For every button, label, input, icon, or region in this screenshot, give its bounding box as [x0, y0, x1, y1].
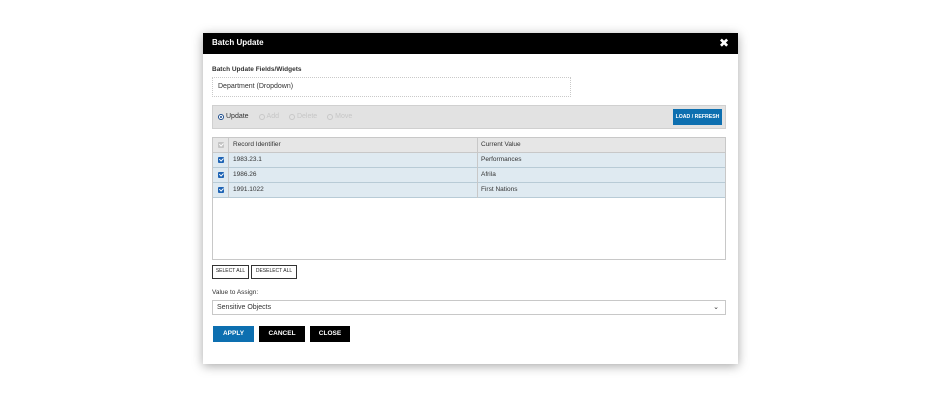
radio-dot-icon	[218, 113, 224, 120]
column-divider	[477, 153, 478, 168]
apply-button[interactable]: APPLY	[213, 326, 254, 342]
radio-move[interactable]: Move	[327, 113, 352, 120]
radio-dot-icon	[327, 113, 334, 120]
deselect-all-button[interactable]: DESELECT ALL	[251, 265, 297, 279]
batch-update-dialog: Batch Update ✖ Batch Update Fields/Widge…	[203, 33, 738, 364]
fields-label: Batch Update Fields/Widgets	[212, 66, 302, 73]
radio-dot-icon	[288, 113, 295, 120]
column-divider	[477, 183, 478, 198]
radio-update[interactable]: Update	[218, 113, 249, 120]
record-identifier-cell: 1983.23.1	[233, 156, 262, 163]
table-row[interactable]: 1983.23.1 Performances	[213, 153, 725, 168]
assign-label: Value to Assign:	[212, 289, 259, 296]
mode-radio-group: Update Add Delete Move	[218, 113, 360, 121]
radio-delete[interactable]: Delete	[288, 113, 317, 120]
column-header-current-value[interactable]: Current Value	[481, 138, 521, 152]
column-divider	[477, 168, 478, 183]
row-checkbox[interactable]	[218, 157, 224, 163]
current-value-cell: Afrila	[481, 171, 496, 178]
record-identifier-cell: 1991.1022	[233, 186, 264, 193]
current-value-cell: First Nations	[481, 186, 518, 193]
load-refresh-button[interactable]: LOAD / REFRESH	[673, 109, 722, 125]
dialog-titlebar: Batch Update ✖	[203, 33, 738, 54]
select-all-button[interactable]: SELECT ALL	[212, 265, 249, 279]
close-icon[interactable]: ✖	[719, 36, 729, 50]
table-row[interactable]: 1986.26 Afrila	[213, 168, 725, 183]
table-header-row: Record Identifier Current Value	[213, 138, 725, 153]
column-header-record-identifier[interactable]: Record Identifier	[233, 138, 281, 152]
chevron-down-icon[interactable]: ⌄	[713, 301, 719, 314]
current-value-cell: Performances	[481, 156, 522, 163]
cancel-button[interactable]: CANCEL	[259, 326, 305, 342]
header-checkbox[interactable]	[218, 142, 224, 148]
column-divider	[228, 183, 229, 198]
radio-add[interactable]: Add	[258, 113, 279, 120]
assign-value-text: Sensitive Objects	[217, 304, 272, 311]
row-checkbox[interactable]	[218, 172, 224, 178]
column-divider	[228, 168, 229, 183]
column-divider	[228, 138, 229, 153]
records-table: Record Identifier Current Value 1983.23.…	[212, 137, 726, 260]
radio-dot-icon	[258, 113, 265, 120]
fields-select[interactable]: Department (Dropdown)	[212, 77, 571, 97]
column-divider	[477, 138, 478, 153]
table-row[interactable]: 1991.1022 First Nations	[213, 183, 725, 198]
row-checkbox[interactable]	[218, 187, 224, 193]
close-button[interactable]: CLOSE	[310, 326, 350, 342]
assign-value-select[interactable]: Sensitive Objects ⌄	[212, 300, 726, 315]
column-divider	[228, 153, 229, 168]
mode-toolbar: Update Add Delete Move LOAD / REFRESH	[212, 105, 726, 129]
record-identifier-cell: 1986.26	[233, 171, 257, 178]
dialog-title: Batch Update	[212, 38, 264, 47]
